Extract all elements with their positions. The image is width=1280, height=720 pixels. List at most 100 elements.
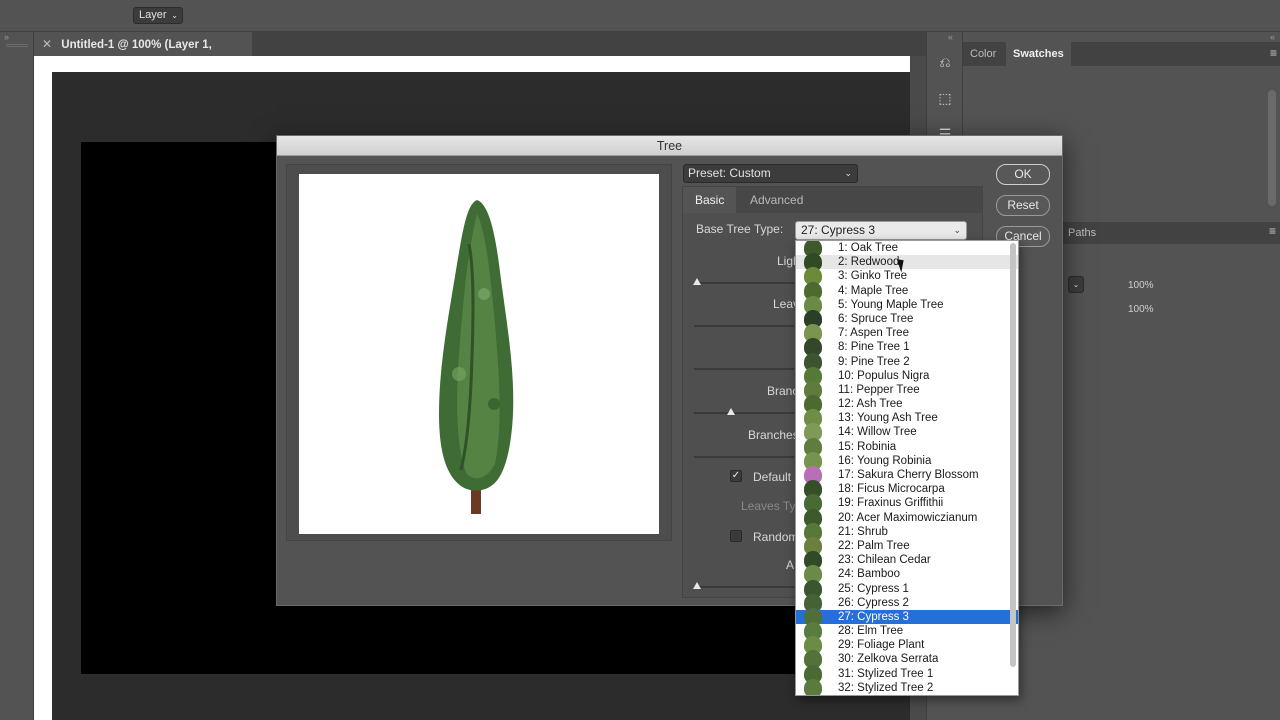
swatches-scrollbar[interactable] [1268,90,1276,206]
tree-type-label: 27: Cypress 3 [838,610,909,623]
collapse-panels-icon[interactable]: ‹‹ [1270,32,1275,42]
tree-type-label: 3: Ginko Tree [838,270,908,283]
tree-type-label: 15: Robinia [838,440,897,453]
tree-type-label: 21: Shrub [838,525,888,538]
tree-type-option[interactable]: 17: Sakura Cherry Blossom [796,466,1018,484]
tab-color[interactable]: Color [963,42,1003,66]
tree-type-option[interactable]: 13: Young Ash Tree [796,409,1018,428]
tree-type-option[interactable]: 2: Redwood [796,253,1018,272]
options-bar: Layer ⌄ [0,0,1280,32]
base-tree-type-label: Base Tree Type: [696,222,784,236]
tree-type-option[interactable]: 8: Pine Tree 1 [796,338,1018,357]
tree-type-option[interactable]: 9: Pine Tree 2 [796,352,1018,371]
tree-type-option[interactable]: 18: Ficus Microcarpa [796,480,1018,499]
tree-type-label: 31: Stylized Tree 1 [838,667,934,680]
tree-type-option[interactable]: 30: Zelkova Serrata [796,650,1018,669]
panel-grip[interactable] [6,44,28,47]
tab-swatches[interactable]: Swatches [1006,42,1071,66]
tree-type-label: 25: Cypress 1 [838,582,909,595]
3d-cube-icon[interactable]: ⬚ [935,88,955,108]
preset-select[interactable]: Preset: Custom ⌄ [683,164,858,183]
reset-button[interactable]: Reset [996,195,1050,216]
tree-type-option[interactable]: 23: Chilean Cedar [796,551,1018,570]
tree-type-label: 13: Young Ash Tree [838,412,938,425]
branch-height-slider[interactable] [694,412,794,414]
tree-type-option[interactable]: 28: Elm Tree [796,622,1018,641]
tree-type-label: 32: Stylized Tree 2 [838,681,934,694]
tree-type-option[interactable]: 21: Shrub [796,522,1018,541]
tree-type-option[interactable]: 5: Young Maple Tree [796,295,1018,314]
tree-type-option[interactable]: 27: Cypress 3 [796,607,1018,626]
tree-type-option[interactable]: 32: Stylized Tree 2 [796,678,1018,695]
tab-paths[interactable]: Paths [1068,222,1096,244]
tree-type-option[interactable]: 15: Robinia [796,437,1018,456]
tree-type-label: 2: Redwood [838,256,900,269]
light-direction-slider[interactable] [694,282,794,284]
tree-type-label: 12: Ash Tree [838,398,903,411]
layer-select[interactable]: Layer ⌄ [133,7,183,24]
history-icon[interactable]: ⎌ [935,52,955,72]
tree-type-dropdown[interactable]: 1: Oak Tree 2: Redwood 3: Ginko Tree 4: Map… [795,240,1019,696]
randomize-label: Random [753,530,799,544]
tree-type-option[interactable]: 12: Ash Tree [796,395,1018,414]
light-direction-thumb[interactable] [693,278,701,285]
tree-type-option[interactable]: 1: Oak Tree [796,241,1018,257]
document-tab[interactable]: ✕ Untitled-1 @ 100% (Layer 1, RGB/8) * [34,32,252,75]
tree-type-label: 20: Acer Maximowiczianum [838,511,978,524]
arrangement-slider[interactable] [694,586,794,588]
opacity-value[interactable]: 100% [1128,280,1154,291]
tree-type-label: 19: Fraxinus Griffithii [838,497,944,510]
tree-type-option[interactable]: 24: Bamboo [796,565,1018,584]
tree-type-label: 23: Chilean Cedar [838,554,931,567]
tree-type-option[interactable]: 4: Maple Tree [796,281,1018,300]
tree-type-label: 5: Young Maple Tree [838,298,944,311]
panel-menu-icon[interactable]: ≡ [1270,46,1277,60]
dialog-title: Tree [277,136,1062,156]
branch-height-thumb[interactable] [727,408,735,415]
tree-type-label: 11: Pepper Tree [838,383,920,396]
tab-advanced[interactable]: Advanced [738,187,815,213]
tree-type-label: 7: Aspen Tree [838,327,909,340]
tree-type-option[interactable]: 6: Spruce Tree [796,309,1018,328]
tree-type-option[interactable]: 26: Cypress 2 [796,593,1018,612]
tree-type-label: 9: Pine Tree 2 [838,355,910,368]
expand-icon[interactable]: ›› [4,32,9,42]
layers-menu-icon[interactable]: ≡ [1269,224,1276,238]
tab-basic[interactable]: Basic [683,187,737,213]
tree-preview [299,174,659,534]
panel-tabs: Color Swatches ≡ [963,42,1280,66]
base-tree-type-select[interactable]: 27: Cypress 3 ⌄ [795,221,967,240]
arrangement-thumb[interactable] [693,582,701,589]
tree-type-option[interactable]: 31: Stylized Tree 1 [796,664,1018,683]
tree-type-option[interactable]: 29: Foliage Plant [796,636,1018,655]
tree-type-option[interactable]: 3: Ginko Tree [796,267,1018,286]
layer-select-label: Layer [139,9,167,21]
tree-type-label: 4: Maple Tree [838,284,909,297]
tree-type-option[interactable]: 20: Acer Maximowiczianum [796,508,1018,527]
tree-type-label: 1: Oak Tree [838,242,899,254]
tree-type-option[interactable]: 10: Populus Nigra [796,366,1018,385]
collapse-icon[interactable]: ‹‹ [948,32,953,42]
fill-value[interactable]: 100% [1128,304,1154,315]
leaves-amount-slider[interactable] [694,325,794,327]
tree-type-option[interactable]: 25: Cypress 1 [796,579,1018,598]
tree-type-option[interactable]: 14: Willow Tree [796,423,1018,442]
tree-type-label: 26: Cypress 2 [838,596,909,609]
tree-type-label: 16: Young Robinia [838,454,932,467]
dropdown-scrollbar[interactable] [1010,243,1016,667]
controls-tabs: Basic Advanced [683,187,982,213]
tree-type-label: 8: Pine Tree 1 [838,341,910,354]
ok-button[interactable]: OK [996,164,1050,185]
tree-type-option[interactable]: 16: Young Robinia [796,451,1018,470]
tree-type-label: 17: Sakura Cherry Blossom [838,469,979,481]
branches-thickness-slider[interactable] [694,456,794,458]
default-leaves-checkbox[interactable]: ✓ [730,470,742,482]
close-tab-icon[interactable]: ✕ [42,37,52,51]
randomize-checkbox[interactable] [730,530,742,542]
tree-type-option[interactable]: 19: Fraxinus Griffithii [796,494,1018,513]
tree-type-option[interactable]: 7: Aspen Tree [796,324,1018,343]
leaves-size-slider[interactable] [694,368,794,370]
tree-type-option[interactable]: 22: Palm Tree [796,536,1018,555]
tree-type-option[interactable]: 11: Pepper Tree [796,380,1018,399]
blend-mode-select[interactable]: ⌄ [1068,276,1084,293]
